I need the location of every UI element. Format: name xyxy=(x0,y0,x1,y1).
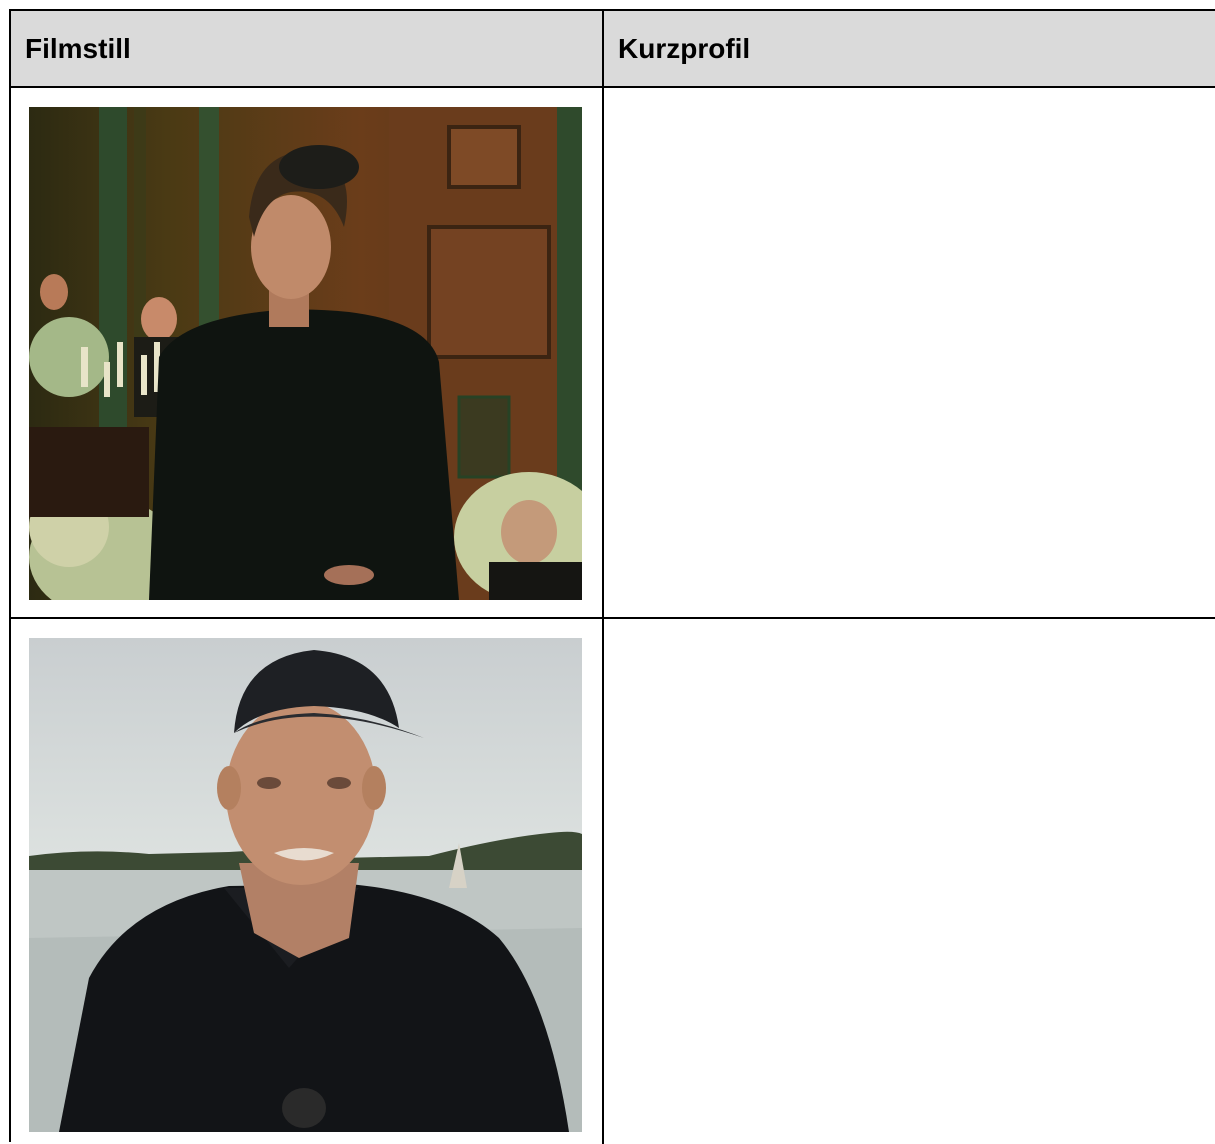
filmstill-man-lake xyxy=(29,638,582,1132)
header-filmstill: Filmstill xyxy=(25,32,131,64)
kurzprofil-cell-2 xyxy=(604,619,1215,1144)
kurzprofil-cell-1 xyxy=(604,88,1215,617)
table-header-row: Filmstill Kurzprofil xyxy=(11,11,1215,88)
filmstill-man-image xyxy=(29,638,582,1132)
filmstill-woman-church xyxy=(29,107,582,600)
character-table: Filmstill Kurzprofil xyxy=(9,9,1215,1144)
header-kurzprofil: Kurzprofil xyxy=(618,32,751,64)
filmstill-woman-image xyxy=(29,107,582,600)
